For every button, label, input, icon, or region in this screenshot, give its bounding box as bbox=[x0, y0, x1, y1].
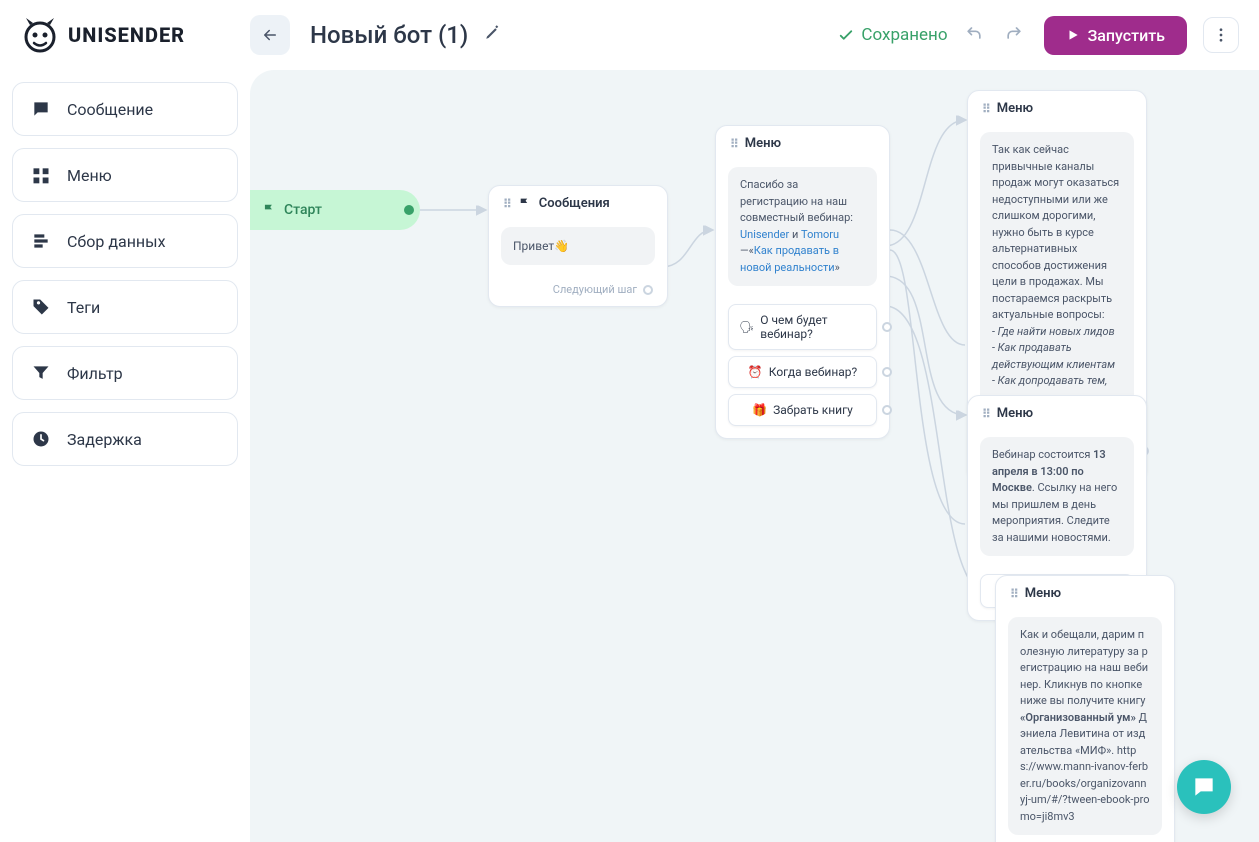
node-body: Вебинар состоится 13 апреля в 13:00 по М… bbox=[968, 431, 1146, 568]
option-label: Когда вебинар? bbox=[769, 365, 857, 379]
node-header[interactable]: ⠿ Меню bbox=[968, 91, 1146, 126]
palette-label: Сбор данных bbox=[67, 232, 166, 251]
option-label: О чем будет вебинар? bbox=[760, 313, 866, 341]
output-port[interactable] bbox=[404, 205, 414, 215]
node-body: Как и обещали, дарим полезную литературу… bbox=[996, 611, 1174, 842]
start-node[interactable]: Старт bbox=[250, 190, 420, 230]
filter-icon bbox=[31, 363, 51, 383]
undo-icon bbox=[964, 23, 984, 43]
node-footer: Следующий шаг bbox=[489, 277, 667, 306]
node-body: Так как сейчас привычные каналы продаж м… bbox=[968, 126, 1146, 428]
message-bubble: Привет👋 bbox=[501, 227, 655, 265]
clock-icon bbox=[31, 429, 51, 449]
drag-handle-icon[interactable]: ⠿ bbox=[982, 102, 989, 116]
node-header[interactable]: ⠿ Сообщения bbox=[489, 186, 667, 221]
node-header[interactable]: ⠿ Меню bbox=[968, 396, 1146, 431]
dots-vertical-icon bbox=[1212, 26, 1230, 44]
palette-label: Теги bbox=[67, 298, 100, 317]
link-unisender[interactable]: Unisender bbox=[740, 228, 789, 241]
logo-icon bbox=[20, 15, 60, 55]
tag-icon bbox=[31, 297, 51, 317]
menu-icon bbox=[31, 165, 51, 185]
redo-button[interactable] bbox=[1004, 23, 1028, 47]
palette-label: Задержка bbox=[67, 430, 142, 449]
output-port[interactable] bbox=[643, 285, 653, 295]
edit-title-button[interactable] bbox=[484, 23, 508, 47]
check-icon bbox=[837, 26, 855, 44]
palette-label: Фильтр bbox=[67, 364, 123, 383]
message-icon bbox=[31, 99, 51, 119]
node-header[interactable]: ⠿ Меню bbox=[996, 576, 1174, 611]
bot-title: Новый бот (1) bbox=[310, 21, 468, 49]
wave-emoji: 👋 bbox=[554, 239, 569, 253]
palette-item-filter[interactable]: Фильтр bbox=[12, 346, 238, 400]
arrow-left-icon bbox=[261, 26, 279, 44]
option-label: Забрать книгу bbox=[773, 403, 853, 417]
link-webinar-title[interactable]: Как продавать в новой реальности bbox=[740, 244, 839, 274]
save-status-label: Сохранено bbox=[861, 25, 947, 45]
app-header: UNISENDER Новый бот (1) Сохранено Запуст… bbox=[0, 0, 1259, 70]
palette-item-message[interactable]: Сообщение bbox=[12, 82, 238, 136]
next-step-label: Следующий шаг bbox=[553, 283, 637, 296]
node-body: Спасибо за регистрацию на наш совместный… bbox=[716, 161, 889, 298]
drag-handle-icon[interactable]: ⠿ bbox=[1010, 587, 1017, 601]
node-header[interactable]: ⠿ Меню bbox=[716, 126, 889, 161]
palette-item-delay[interactable]: Задержка bbox=[12, 412, 238, 466]
palette-label: Сообщение bbox=[67, 100, 153, 119]
node-menu-1[interactable]: ⠿ Меню Спасибо за регистрацию на наш сов… bbox=[715, 125, 890, 439]
launch-label: Запустить bbox=[1088, 26, 1165, 45]
menu-option-book[interactable]: 🎁 Забрать книгу bbox=[728, 394, 877, 426]
node-title: Меню bbox=[745, 136, 781, 151]
chat-support-button[interactable] bbox=[1177, 760, 1231, 814]
node-messages[interactable]: ⠿ Сообщения Привет👋 Следующий шаг bbox=[488, 185, 668, 307]
palette-item-menu[interactable]: Меню bbox=[12, 148, 238, 202]
flag-icon bbox=[518, 197, 531, 210]
node-menu-4[interactable]: ⠿ Меню Как и обещали, дарим полезную лит… bbox=[995, 575, 1175, 842]
start-label: Старт bbox=[284, 202, 322, 218]
output-port[interactable] bbox=[882, 367, 892, 377]
back-button[interactable] bbox=[250, 15, 290, 55]
message-bubble: Вебинар состоится 13 апреля в 13:00 по М… bbox=[980, 437, 1134, 556]
undo-button[interactable] bbox=[964, 23, 988, 47]
palette-item-tags[interactable]: Теги bbox=[12, 280, 238, 334]
menu-option-when[interactable]: ⏰ Когда вебинар? bbox=[728, 356, 877, 388]
message-bubble: Так как сейчас привычные каналы продаж м… bbox=[980, 132, 1134, 416]
message-bubble: Как и обещали, дарим полезную литературу… bbox=[1008, 617, 1162, 835]
save-status: Сохранено bbox=[837, 25, 947, 45]
launch-button[interactable]: Запустить bbox=[1044, 16, 1187, 55]
message-text: Привет bbox=[513, 239, 554, 253]
node-body: Привет👋 bbox=[489, 221, 667, 277]
play-icon bbox=[1066, 28, 1080, 42]
drag-handle-icon[interactable]: ⠿ bbox=[730, 137, 737, 151]
flow-canvas[interactable]: Старт ⠿ Сообщения Привет👋 Следующий шаг bbox=[250, 70, 1259, 842]
output-port[interactable] bbox=[882, 322, 892, 332]
node-title: Меню bbox=[997, 406, 1033, 421]
main-layout: Сообщение Меню Сбор данных Теги Фильтр З… bbox=[0, 70, 1259, 842]
pencil-icon bbox=[484, 23, 502, 41]
chat-icon bbox=[1191, 774, 1217, 800]
brand-text: UNISENDER bbox=[68, 23, 185, 47]
speech-emoji: 🗣 bbox=[739, 320, 754, 334]
more-button[interactable] bbox=[1203, 17, 1239, 53]
brand-logo[interactable]: UNISENDER bbox=[20, 15, 250, 55]
palette-label: Меню bbox=[67, 166, 112, 185]
output-port[interactable] bbox=[882, 405, 892, 415]
gift-emoji: 🎁 bbox=[752, 403, 767, 417]
link-tomoru[interactable]: Tomoru bbox=[801, 228, 839, 241]
palette-item-data[interactable]: Сбор данных bbox=[12, 214, 238, 268]
drag-handle-icon[interactable]: ⠿ bbox=[503, 197, 510, 211]
data-icon bbox=[31, 231, 51, 251]
redo-icon bbox=[1004, 23, 1024, 43]
message-bubble: Спасибо за регистрацию на наш совместный… bbox=[728, 167, 877, 286]
menu-option-about[interactable]: 🗣 О чем будет вебинар? bbox=[728, 304, 877, 350]
flag-icon bbox=[262, 203, 276, 217]
node-title: Меню bbox=[997, 101, 1033, 116]
clock-emoji: ⏰ bbox=[748, 365, 763, 379]
header-actions: Сохранено Запустить bbox=[837, 16, 1239, 55]
node-title: Сообщения bbox=[539, 196, 610, 211]
block-palette: Сообщение Меню Сбор данных Теги Фильтр З… bbox=[0, 70, 250, 842]
drag-handle-icon[interactable]: ⠿ bbox=[982, 407, 989, 421]
node-title: Меню bbox=[1025, 586, 1061, 601]
